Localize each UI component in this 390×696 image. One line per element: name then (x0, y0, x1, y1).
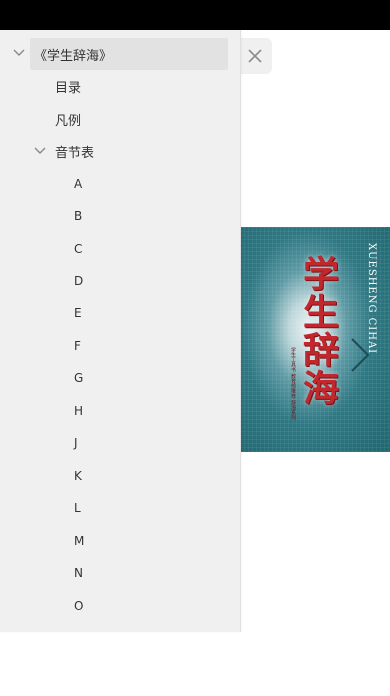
toc-letter-label: B (74, 209, 83, 223)
chevron-down-icon[interactable] (12, 46, 26, 60)
toc-letter-k[interactable]: K (74, 460, 82, 492)
toc-item-syllable-table[interactable]: 音节表 (55, 135, 94, 167)
next-page-arrow-icon[interactable] (348, 335, 374, 375)
toc-letter-l[interactable]: L (74, 492, 81, 524)
toc-letter-label: G (74, 371, 84, 385)
toc-letter-label: J (74, 436, 78, 450)
toc-letter-label: F (74, 339, 81, 353)
toc-letter-n[interactable]: N (74, 557, 83, 589)
toc-letter-label: C (74, 242, 83, 256)
toc-letter-label: O (74, 599, 84, 613)
toc-letter-o[interactable]: O (74, 590, 83, 622)
toc-letter-label: L (74, 501, 81, 515)
toc-letter-m[interactable]: M (74, 525, 84, 557)
toc-drawer: 《学生辞海》 目录 凡例 音节表 A B C D E F G H J K L M… (0, 30, 241, 632)
toc-item-label: 《学生辞海》 (34, 48, 113, 64)
toc-letter-b[interactable]: B (74, 200, 82, 232)
close-drawer-button[interactable] (238, 38, 272, 74)
toc-letter-a[interactable]: A (74, 168, 82, 200)
close-icon (248, 49, 262, 63)
toc-item-root[interactable]: 《学生辞海》 (30, 38, 228, 70)
toc-item-label: 凡例 (55, 113, 82, 129)
toc-item-label: 目录 (55, 80, 82, 96)
toc-letter-label: E (74, 306, 82, 320)
cover-title: 学生辞海 (297, 255, 339, 407)
toc-letter-h[interactable]: H (74, 395, 83, 427)
chevron-down-icon[interactable] (33, 144, 47, 158)
toc-letter-label: A (74, 177, 83, 191)
toc-letter-label: D (74, 274, 84, 288)
toc-letter-g[interactable]: G (74, 362, 83, 394)
toc-item-label: 音节表 (55, 145, 95, 161)
toc-letter-label: K (74, 469, 82, 483)
toc-letter-f[interactable]: F (74, 330, 81, 362)
toc-letter-j[interactable]: J (74, 427, 78, 459)
book-cover[interactable]: XUESHENG CIHAI 学生辞海 学生工具书 教育部推荐 辞海系列 (240, 227, 390, 452)
toc-letter-c[interactable]: C (74, 233, 82, 265)
cover-small-text: 学生工具书 教育部推荐 辞海系列 (290, 347, 296, 421)
status-bar (0, 0, 390, 30)
toc-letter-d[interactable]: D (74, 265, 83, 297)
toc-letter-label: M (74, 534, 85, 548)
toc-letter-label: N (74, 566, 83, 580)
toc-letter-e[interactable]: E (74, 297, 82, 329)
toc-item-contents[interactable]: 目录 (55, 70, 81, 102)
toc-letter-label: H (74, 404, 84, 418)
toc-item-guide[interactable]: 凡例 (55, 103, 81, 135)
